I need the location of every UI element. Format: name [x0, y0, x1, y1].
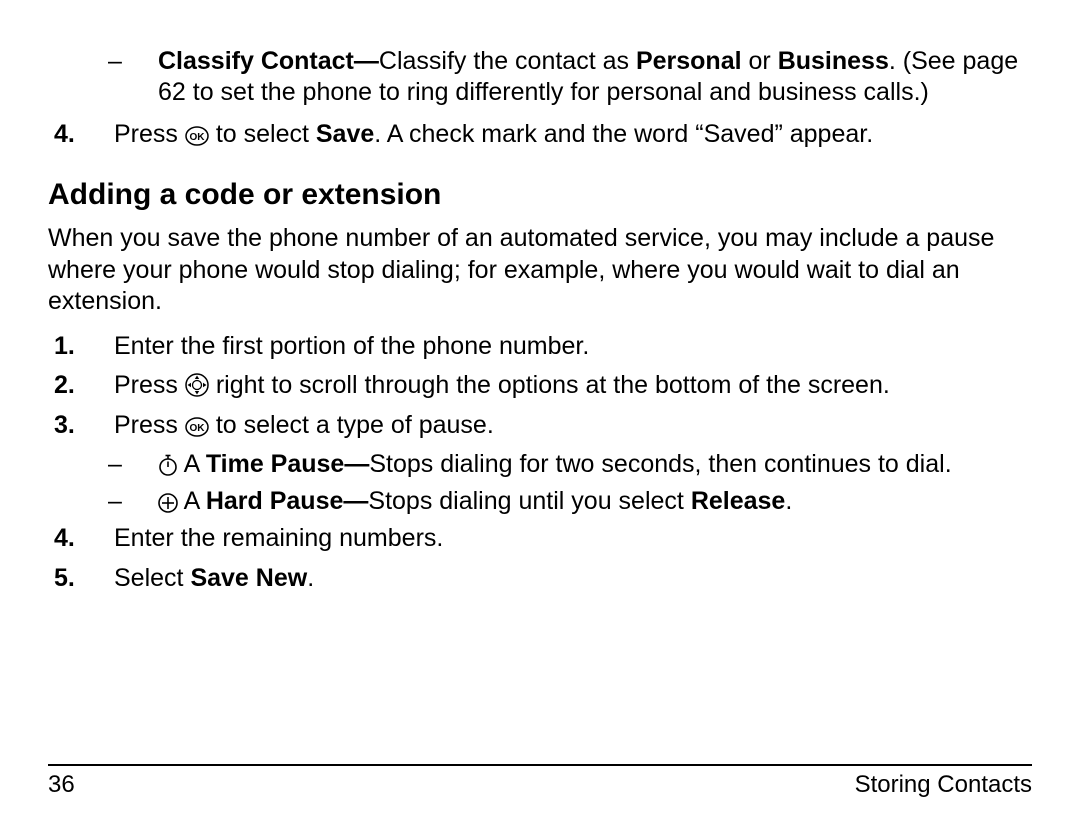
step-text: Enter the remaining numbers. [114, 523, 1032, 554]
step-text: Enter the first portion of the phone num… [114, 331, 1032, 362]
step-number: 3. [48, 410, 114, 441]
page: – Classify Contact—Classify the contact … [0, 0, 1080, 834]
step-4: 4. Enter the remaining numbers. [48, 523, 1032, 554]
section-name: Storing Contacts [855, 770, 1032, 800]
hard-pause-label: Hard Pause— [206, 487, 369, 515]
step-number: 1. [48, 331, 114, 362]
save-label: Save [316, 120, 374, 148]
step-number: 2. [48, 370, 114, 401]
step-text: Press [114, 120, 185, 148]
release-label: Release [691, 487, 786, 515]
step-text: Select [114, 564, 190, 592]
stopwatch-icon [158, 454, 178, 476]
page-footer: 36 Storing Contacts [48, 764, 1032, 800]
nav-icon [185, 373, 209, 397]
step-text: to select [216, 120, 316, 148]
time-pause-label: Time Pause— [206, 450, 370, 478]
page-number: 36 [48, 770, 75, 800]
bullet-dash: – [108, 486, 158, 517]
step-3: 3. Press OK to select a type of pause. [48, 410, 1032, 441]
hard-pause-icon [158, 493, 178, 513]
step-3b-hard-pause: – A Hard Pause—Stops dialing until you s… [48, 486, 1032, 517]
step-text: to select a type of pause. [216, 411, 494, 439]
step-text: Press [114, 411, 185, 439]
classify-contact-label: Classify Contact— [158, 47, 379, 75]
classify-text-mid: or [742, 47, 778, 75]
step-3a-time-pause: – A Time Pause—Stops dialing for two sec… [48, 449, 1032, 480]
intro-paragraph: When you save the phone number of an aut… [48, 223, 1032, 317]
step-text: . [307, 564, 314, 592]
classify-personal: Personal [636, 47, 742, 75]
step-text: right to scroll through the options at t… [216, 371, 890, 399]
bullet-dash: – [108, 449, 158, 480]
step-number: 4. [48, 523, 114, 554]
step-number: 4. [48, 119, 114, 150]
step-4-save: 4. Press OK to select Save. A check mark… [48, 119, 1032, 150]
sub-text: A [184, 450, 206, 478]
step-1: 1. Enter the first portion of the phone … [48, 331, 1032, 362]
step-text: . A check mark and the word “Saved” appe… [374, 120, 873, 148]
classify-text-pre: Classify the contact as [379, 47, 636, 75]
svg-text:OK: OK [189, 132, 205, 143]
sub-text: . [785, 487, 792, 515]
sub-text: Stops dialing until you select [368, 487, 690, 515]
save-new-label: Save New [190, 564, 307, 592]
svg-text:OK: OK [189, 423, 205, 434]
classify-business: Business [778, 47, 889, 75]
classify-contact-item: – Classify Contact—Classify the contact … [48, 46, 1032, 109]
ok-icon: OK [185, 126, 209, 146]
sub-text: A [184, 487, 206, 515]
classify-period: . [889, 47, 896, 75]
step-text: Press [114, 371, 185, 399]
ok-icon: OK [185, 417, 209, 437]
step-2: 2. Press right to scroll through the opt… [48, 370, 1032, 401]
sub-text: Stops dialing for two seconds, then cont… [369, 450, 951, 478]
step-5: 5. Select Save New. [48, 563, 1032, 594]
bullet-dash: – [108, 46, 158, 77]
footer-rule [48, 764, 1032, 766]
step-number: 5. [48, 563, 114, 594]
section-heading: Adding a code or extension [48, 176, 1032, 214]
